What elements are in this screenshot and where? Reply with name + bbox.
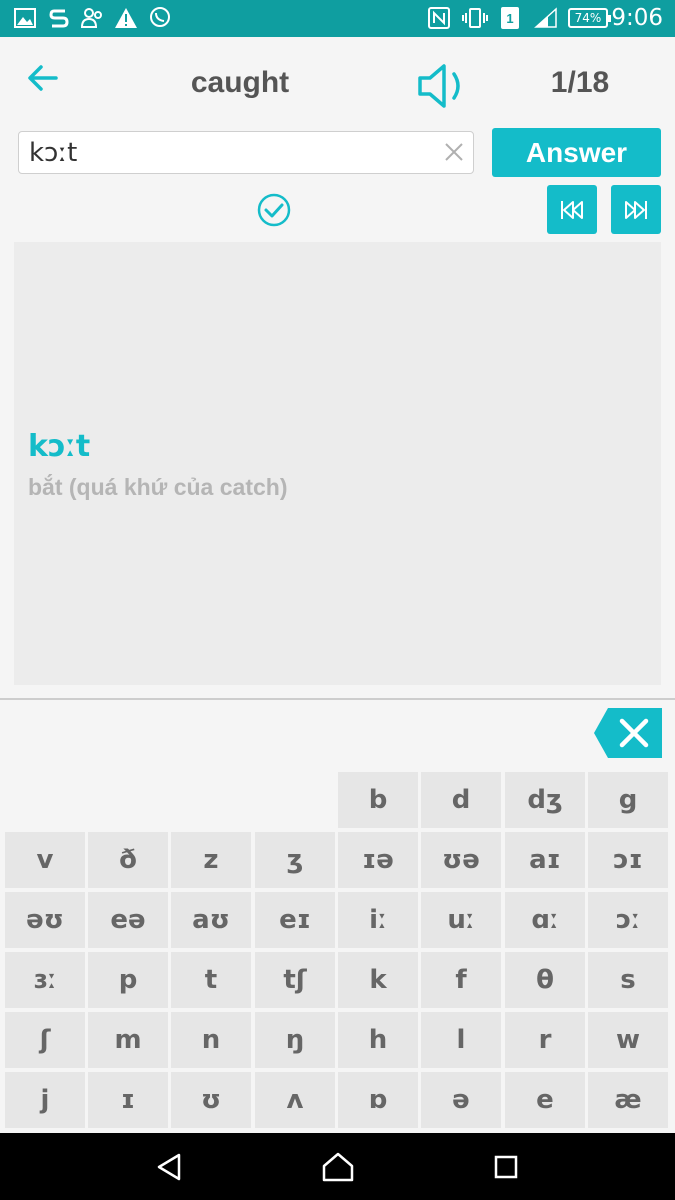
ipa-key[interactable]: ʊ <box>171 1072 251 1128</box>
status-bar: 1 74% 9:06 <box>0 0 675 37</box>
viber-icon <box>148 7 172 29</box>
image-icon <box>14 7 36 29</box>
ipa-key[interactable]: eɪ <box>255 892 335 948</box>
ipa-key[interactable]: ð <box>88 832 168 888</box>
warning-icon <box>114 7 138 29</box>
ipa-key[interactable]: f <box>421 952 501 1008</box>
ipa-key[interactable]: uː <box>421 892 501 948</box>
backspace-icon <box>594 708 662 758</box>
clear-icon[interactable] <box>442 140 466 164</box>
previous-button[interactable] <box>547 185 597 234</box>
ipa-key[interactable]: m <box>88 1012 168 1068</box>
vibrate-icon <box>462 7 488 29</box>
ipa-key[interactable]: e <box>505 1072 585 1128</box>
clock: 9:06 <box>611 5 663 31</box>
ipa-key[interactable]: ɔː <box>588 892 668 948</box>
ipa-key[interactable]: ʊə <box>421 832 501 888</box>
ipa-key[interactable]: eə <box>88 892 168 948</box>
ipa-key[interactable]: əʊ <box>5 892 85 948</box>
ipa-key[interactable]: g <box>588 772 668 828</box>
rewind-icon <box>561 200 583 219</box>
ipa-key[interactable]: j <box>5 1072 85 1128</box>
ipa-key[interactable]: ə <box>421 1072 501 1128</box>
answer-input[interactable]: kɔːt <box>18 131 474 174</box>
ipa-key[interactable]: ɔɪ <box>588 832 668 888</box>
ipa-key[interactable]: n <box>171 1012 251 1068</box>
ipa-key[interactable]: z <box>171 832 251 888</box>
word-title: caught <box>190 66 290 99</box>
ipa-key[interactable]: ŋ <box>255 1012 335 1068</box>
progress-counter: 1/18 <box>550 66 610 99</box>
signal-icon <box>534 7 558 29</box>
answer-card: kɔːt bắt (quá khứ của catch) <box>14 242 661 685</box>
answer-button[interactable]: Answer <box>492 128 661 177</box>
nfc-icon <box>428 7 450 29</box>
backspace-button[interactable] <box>594 708 662 758</box>
ipa-key[interactable]: dʒ <box>505 772 585 828</box>
ipa-key[interactable]: aɪ <box>505 832 585 888</box>
ipa-key[interactable]: aʊ <box>171 892 251 948</box>
ipa-key[interactable]: iː <box>338 892 418 948</box>
ipa-key[interactable]: w <box>588 1012 668 1068</box>
ipa-key[interactable]: ɑː <box>505 892 585 948</box>
sim-card-icon: 1 <box>501 7 519 29</box>
ipa-key[interactable]: r <box>505 1012 585 1068</box>
ipa-key[interactable]: θ <box>505 952 585 1008</box>
divider <box>0 698 675 700</box>
check-circle-icon <box>257 193 291 227</box>
ipa-key[interactable]: p <box>88 952 168 1008</box>
ipa-key[interactable]: s <box>588 952 668 1008</box>
ipa-key[interactable]: k <box>338 952 418 1008</box>
nav-home-icon[interactable] <box>320 1149 356 1185</box>
card-meaning: bắt (quá khứ của catch) <box>28 474 288 500</box>
ipa-key[interactable]: ɜː <box>5 952 85 1008</box>
ipa-key[interactable]: t <box>171 952 251 1008</box>
ipa-key[interactable]: d <box>421 772 501 828</box>
ipa-key[interactable]: v <box>5 832 85 888</box>
s-app-icon <box>48 7 70 29</box>
ipa-key[interactable]: ɪə <box>338 832 418 888</box>
back-arrow-icon[interactable] <box>22 60 62 100</box>
ipa-key[interactable]: ʒ <box>255 832 335 888</box>
battery-icon: 74% <box>568 8 611 28</box>
fast-forward-icon <box>625 200 647 219</box>
next-button[interactable] <box>611 185 661 234</box>
speaker-icon[interactable] <box>414 58 470 114</box>
ipa-key[interactable]: ɒ <box>338 1072 418 1128</box>
ipa-key[interactable]: tʃ <box>255 952 335 1008</box>
ipa-key[interactable]: h <box>338 1012 418 1068</box>
card-ipa: kɔːt <box>28 429 91 464</box>
nav-back-icon[interactable] <box>151 1149 187 1185</box>
ipa-key[interactable]: ʌ <box>255 1072 335 1128</box>
ipa-key[interactable]: æ <box>588 1072 668 1128</box>
ipa-key[interactable]: l <box>421 1012 501 1068</box>
ipa-key[interactable]: ʃ <box>5 1012 85 1068</box>
people-icon <box>80 7 106 29</box>
ipa-key[interactable]: ɪ <box>88 1072 168 1128</box>
ipa-key[interactable]: b <box>338 772 418 828</box>
nav-recents-icon[interactable] <box>488 1149 524 1185</box>
system-nav-bar <box>0 1133 675 1200</box>
